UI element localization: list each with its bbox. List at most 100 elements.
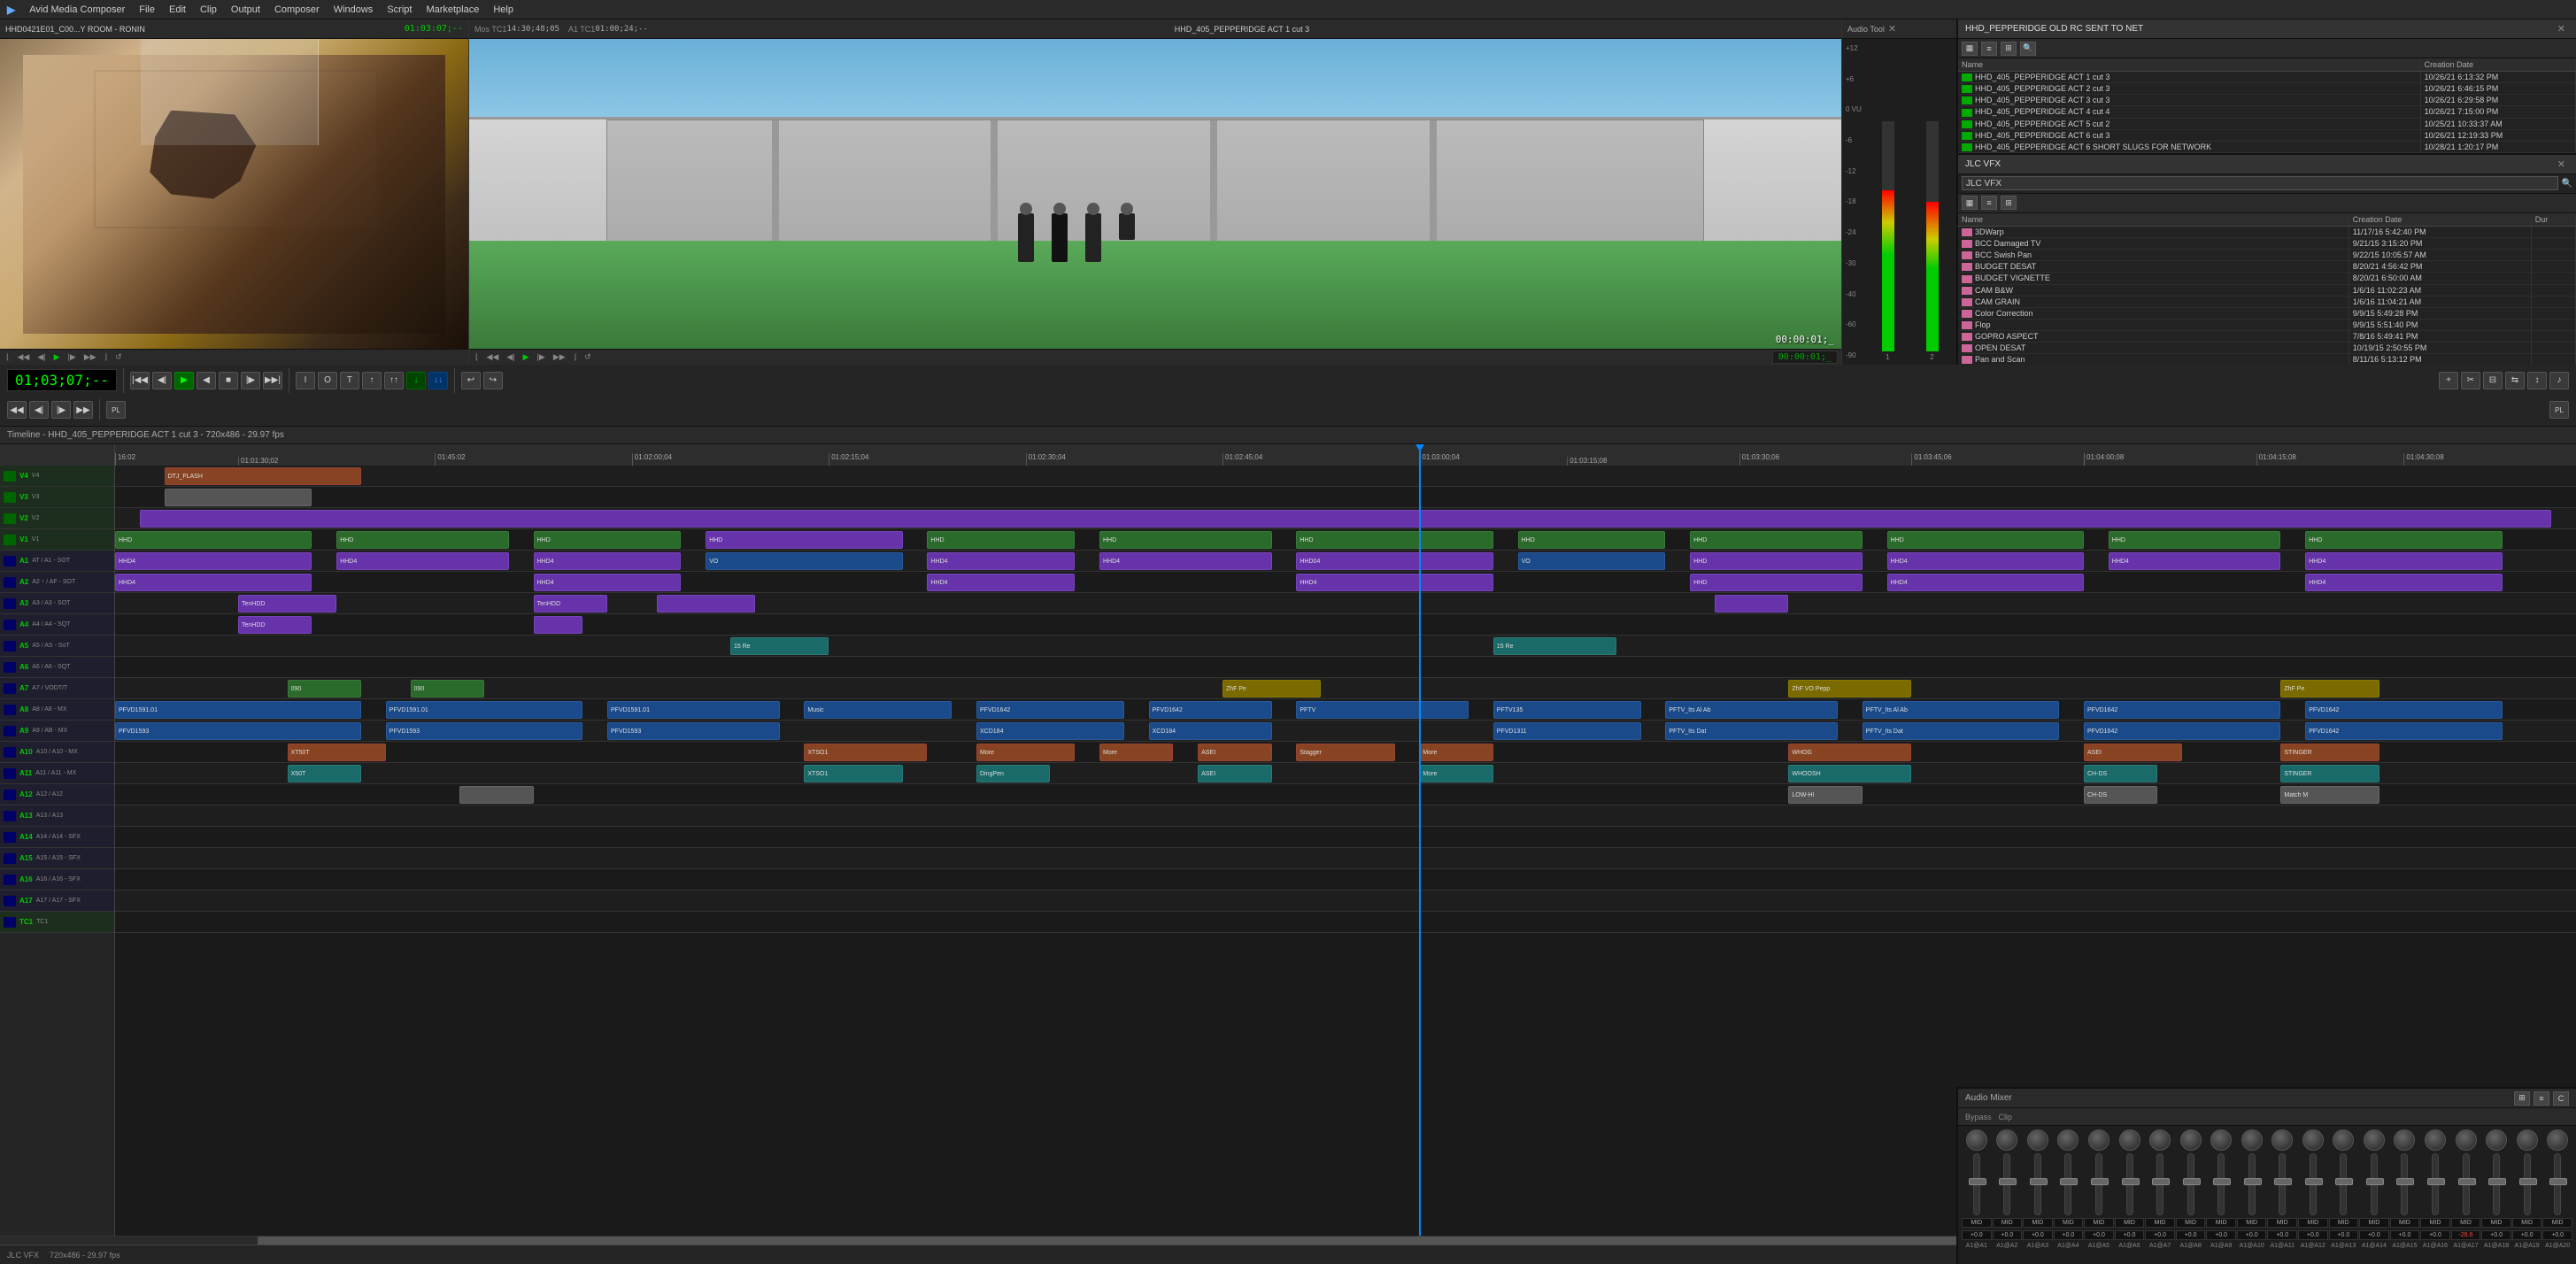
track-toggle-V1[interactable] [4,535,16,545]
btn-step-bk1[interactable]: ◀◀ [7,401,27,419]
clip-A5-0[interactable]: 15 Re [730,637,829,655]
clip-A1-7[interactable]: VO [1518,552,1666,570]
track-toggle-A6[interactable] [4,662,16,673]
menu-edit-item[interactable]: Edit [169,4,186,15]
track-toggle-A13[interactable] [4,811,16,821]
rec-btn-mark-out[interactable]: ⌋ [571,352,580,362]
source-btn-next[interactable]: ▶▶ [81,352,99,362]
btn-go-end[interactable]: ▶▶| [263,372,282,389]
btn-slip[interactable]: ⇆ [2505,372,2525,389]
mixer-thumb-15[interactable] [2396,1178,2414,1185]
mixer-knob-18[interactable] [2486,1129,2507,1151]
rec-btn-step-back[interactable]: ◀| [504,352,517,362]
clip-A2-1[interactable]: HHD4 [534,574,682,591]
bin-row[interactable]: HHD_405_PEPPERIDGE ACT 4 cut 4 10/26/21 … [1958,106,2576,118]
clip-A8-10[interactable]: PFVD1642 [2084,701,2280,719]
clip-A8-9[interactable]: PFTV_Its Al Ab [1863,701,2059,719]
mixer-btn-1[interactable]: ⊞ [2514,1091,2530,1106]
btn-trim[interactable]: ✂ [2461,372,2480,389]
mixer-knob-6[interactable] [2119,1129,2140,1151]
menu-help-item[interactable]: Help [493,4,513,15]
source-btn-play[interactable]: ▶ [51,352,63,362]
clip-V1-4[interactable]: HHD [927,531,1075,549]
clip-V3-0[interactable] [165,489,312,506]
mixer-thumb-2[interactable] [1999,1178,2017,1185]
bin-row[interactable]: HHD_405_PEPPERIDGE ACT 5 cut 2 10/25/21 … [1958,118,2576,129]
clip-A7-1[interactable]: 090 [411,680,484,698]
mixer-thumb-8[interactable] [2183,1178,2201,1185]
vfx-bin-row[interactable]: BCC Swish Pan 9/22/15 10:05:57 AM [1958,250,2576,261]
clip-A10-5[interactable]: Stagger [1296,744,1394,761]
mixer-knob-5[interactable] [2088,1129,2109,1151]
clip-A9-4[interactable]: XCD184 [1149,722,1272,740]
btn-pl2[interactable]: PL [2549,401,2569,419]
source-btn-loop[interactable]: ↺ [112,352,125,362]
btn-extract[interactable]: ↑↑ [384,372,404,389]
clip-A10-6[interactable]: More [1419,744,1492,761]
bin-tool-icon2[interactable]: ≡ [1981,42,1997,56]
mixer-thumb-16[interactable] [2427,1178,2445,1185]
clip-A1-1[interactable]: HHD4 [336,552,509,570]
clip-A9-5[interactable]: PFVD1311 [1493,722,1641,740]
vfx-bin-row[interactable]: CAM B&W 1/6/16 11:02:23 AM [1958,284,2576,296]
clip-A11-3[interactable]: ASEI [1198,765,1271,782]
clip-A9-3[interactable]: XCD184 [976,722,1124,740]
vfx-bin-row[interactable]: Color Correction 9/9/15 5:49:28 PM [1958,307,2576,319]
clip-A8-6[interactable]: PFTV [1296,701,1469,719]
mixer-thumb-19[interactable] [2519,1178,2537,1185]
source-btn-prev[interactable]: ◀◀ [15,352,33,362]
rec-btn-step-fwd[interactable]: |▶ [535,352,548,362]
track-toggle-A10[interactable] [4,747,16,758]
clip-A1-5[interactable]: HHD4 [1099,552,1272,570]
menu-file[interactable]: Avid Media Composer [29,4,125,15]
btn-step-bk2[interactable]: ◀| [29,401,49,419]
mixer-knob-15[interactable] [2394,1129,2415,1151]
clip-V1-10[interactable]: HHD [2109,531,2281,549]
vfx-bin-row[interactable]: OPEN DESAT 10/19/15 2:50:55 PM [1958,343,2576,354]
track-toggle-A12[interactable] [4,790,16,800]
vfx-search-input[interactable] [1962,176,2558,190]
mixer-knob-20[interactable] [2547,1129,2568,1151]
menu-windows-item[interactable]: Windows [334,4,374,15]
mixer-knob-9[interactable] [2210,1129,2232,1151]
mixer-clip-mode[interactable]: Clip [1999,1113,2013,1121]
mixer-thumb-5[interactable] [2091,1178,2109,1185]
bin-row[interactable]: HHD_405_PEPPERIDGE ACT 2 cut 3 10/26/21 … [1958,83,2576,95]
btn-lift[interactable]: ↑ [362,372,382,389]
clip-A4-1[interactable] [534,616,583,634]
clip-A12-0[interactable] [459,786,533,804]
clip-A1-4[interactable]: HHD4 [927,552,1075,570]
clip-A1-6[interactable]: HHD04 [1296,552,1492,570]
source-btn-step-back[interactable]: ◀| [35,352,48,362]
mixer-knob-11[interactable] [2271,1129,2293,1151]
track-toggle-V2[interactable] [4,513,16,524]
source-btn-mark-out[interactable]: ⌋ [102,352,111,362]
rec-btn-next[interactable]: ▶▶ [551,352,568,362]
track-toggle-TC1[interactable] [4,917,16,928]
mixer-knob-12[interactable] [2302,1129,2324,1151]
clip-A1-2[interactable]: HHD4 [534,552,682,570]
menu-clip-item[interactable]: Clip [200,4,217,15]
clip-A10-7[interactable]: WHOG [1788,744,1911,761]
clip-A8-1[interactable]: PFVD1591.01 [386,701,582,719]
mixer-knob-3[interactable] [2027,1129,2048,1151]
clip-A7-0[interactable]: 090 [288,680,361,698]
clip-V1-0[interactable]: HHD [115,531,312,549]
btn-mark-clip[interactable]: T [340,372,359,389]
clip-A11-6[interactable]: CH-DS [2084,765,2157,782]
vfx-bin-row[interactable]: BUDGET VIGNETTE 8/20/21 6:50:00 AM [1958,273,2576,284]
clip-A9-2[interactable]: PFVD1593 [607,722,780,740]
clip-A9-6[interactable]: PFTV_Its Dat [1665,722,1838,740]
vfx-bin-row[interactable]: BCC Damaged TV 9/21/15 3:15:20 PM [1958,238,2576,250]
clip-V1-8[interactable]: HHD [1690,531,1863,549]
mixer-thumb-6[interactable] [2122,1178,2140,1185]
clip-A3-3[interactable] [1715,595,1788,613]
source-btn-step-fwd[interactable]: |▶ [66,352,79,362]
clip-A11-1[interactable]: XTSO1 [804,765,902,782]
vfx-bin-row[interactable]: 3DWarp 11/17/16 5:42:40 PM [1958,226,2576,237]
mixer-thumb-13[interactable] [2335,1178,2353,1185]
btn-undo[interactable]: ↩ [461,372,481,389]
mixer-thumb-10[interactable] [2244,1178,2262,1185]
menu-marketplace-item[interactable]: Marketplace [426,4,479,15]
clip-A10-0[interactable]: XT50T [288,744,386,761]
